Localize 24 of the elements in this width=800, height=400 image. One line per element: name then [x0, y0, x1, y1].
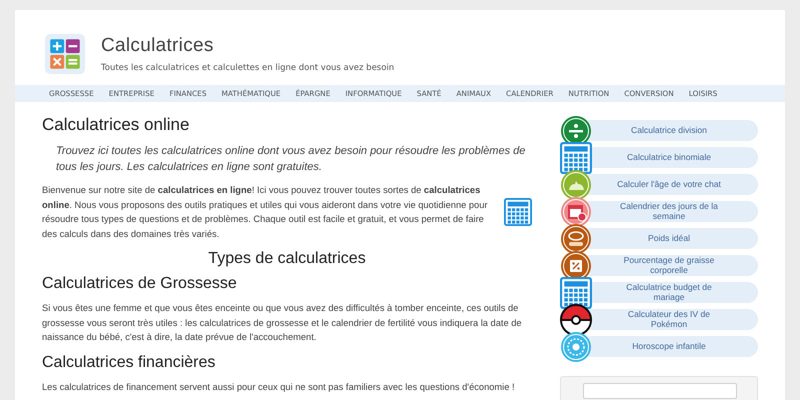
sidebar-link[interactable]: Calculatrice division [588, 120, 758, 141]
calendar-icon [560, 196, 592, 228]
section-paragraph: Si vous êtes une femme et que vous êtes enceinte ou que vous avez des difficultés à tomber enceinte, ces outils de grossesse vous seront très utiles : les calculatrices de grossesse et le calendrier de fertilité vous indiquera la date de naissance du bébé, c'est à dire, la date prévue de l'accouchement. [42, 302, 523, 344]
site-title[interactable]: Calculatrices [101, 35, 394, 57]
sidebar-link[interactable]: Horoscope infantile [588, 336, 758, 357]
sidebar-link[interactable]: Calculateur des IV de Pokémon [588, 309, 758, 330]
logo-icon[interactable] [42, 34, 88, 74]
page-heading: Calculatrices online [42, 115, 190, 135]
intro-paragraph: Bienvenue sur notre site de calculatrices en ligne! Ici vous pouvez trouver toutes sortes de calculatrices online. Nous vous proposons des outils pratiques et utiles qui vous aideront dans votre vie quotidienne pour résoudre tous types de questions et de problèmes. Chaque outil est facile et gratuit, et vous permet de faire des calculs dans des domaines très variés. [42, 184, 488, 240]
sidebar-link[interactable]: Poids idéal [588, 228, 758, 249]
search-field[interactable] [583, 383, 737, 399]
calculator-icon [560, 276, 592, 308]
zodiac-wheel-icon [560, 330, 592, 362]
calculator-icon [504, 198, 532, 226]
sidebar-link[interactable]: Calendrier des jours de la semaine [588, 201, 758, 222]
sidebar-link[interactable]: Calculer l'âge de votre chat [588, 174, 758, 195]
lead-paragraph: Trouvez ici toutes les calculatrices online dont vous avez besoin pour résoudre les problèmes de tous les jours. Les calculatrices en ligne sont gratuites. [56, 144, 526, 175]
section-heading: Calculatrices financières [42, 352, 216, 372]
section-heading: Calculatrices de Grossesse [42, 274, 238, 293]
section-heading: Types de calculatrices [207, 249, 367, 268]
calculator-icon [560, 142, 592, 174]
section-paragraph: Les calculatrices de financement servent aussi pour ceux qui ne sont pas familiers avec les questions d'économie ! [42, 380, 516, 394]
sidebar-link[interactable]: Pourcentage de graisse corporelle [588, 255, 758, 276]
site-tagline: Toutes les calculatrices et calculettes en ligne dont vous avez besoin [101, 63, 394, 73]
